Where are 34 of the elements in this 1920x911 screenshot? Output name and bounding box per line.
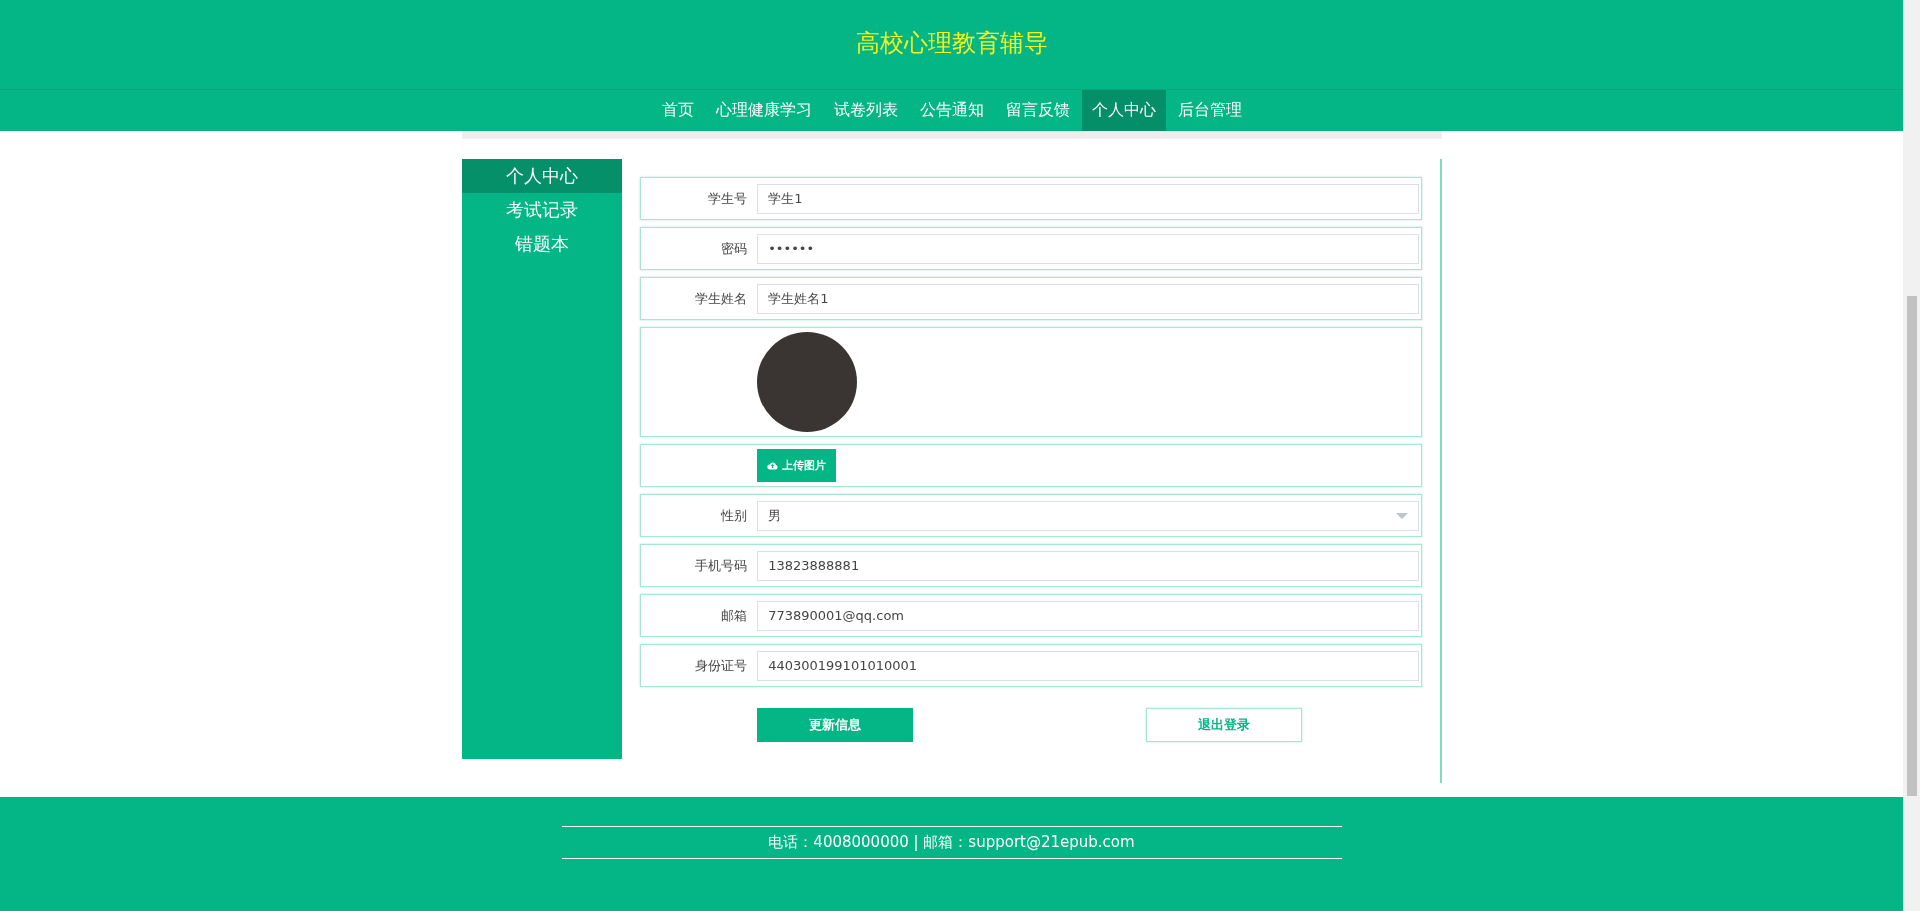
input-field[interactable]: 学生姓名1 [757,283,1420,314]
sidebar-item[interactable]: 错题本 [461,227,623,261]
nav-link[interactable]: 留言反馈 [995,90,1080,131]
input-field[interactable]: 学生1 [757,183,1420,214]
field-label: 学生姓名 [694,289,748,308]
input-field[interactable]: 13823888881 [757,550,1420,581]
site-title: 高校心理教育辅导 [855,27,1048,59]
nav-link[interactable]: 试卷列表 [823,90,908,131]
field-label: 学生号 [707,189,748,208]
field-label: 密码 [720,239,748,258]
nav-link[interactable]: 首页 [651,90,704,131]
caret-icon [1396,512,1409,519]
upload-button[interactable]: 上传图片 [757,449,837,482]
nav-link[interactable]: 心理健康学习 [705,90,822,131]
scrollbar[interactable] [1903,0,1920,911]
field-label: 手机号码 [694,556,748,575]
input-field[interactable]: •••••• [757,233,1420,264]
file-field[interactable]: 上传图片 [640,444,1423,487]
field-label: 性别 [720,506,748,525]
cloud-icon [767,461,779,470]
input-field[interactable]: 440300199101010001 [757,650,1420,681]
field-label: 邮箱 [720,606,748,625]
scrollbar-thumb[interactable] [1906,296,1917,796]
logout-button[interactable]: 退出登录 [1146,708,1303,742]
field-label: 身份证号 [694,656,748,675]
nav-link[interactable]: 后台管理 [1167,90,1252,131]
nav-link[interactable]: 公告通知 [909,90,994,131]
footer-text: 电话：4008000000 | 邮箱：support@21epub.com [561,826,1342,859]
nav-link[interactable]: 个人中心 [1081,90,1166,131]
update-button[interactable]: 更新信息 [757,708,914,742]
sidebar-item[interactable]: 个人中心 [461,159,623,193]
sidebar-item[interactable]: 考试记录 [461,193,623,227]
select-field[interactable]: 男 [757,500,1420,531]
input-field[interactable]: 773890001@qq.com [757,600,1420,631]
